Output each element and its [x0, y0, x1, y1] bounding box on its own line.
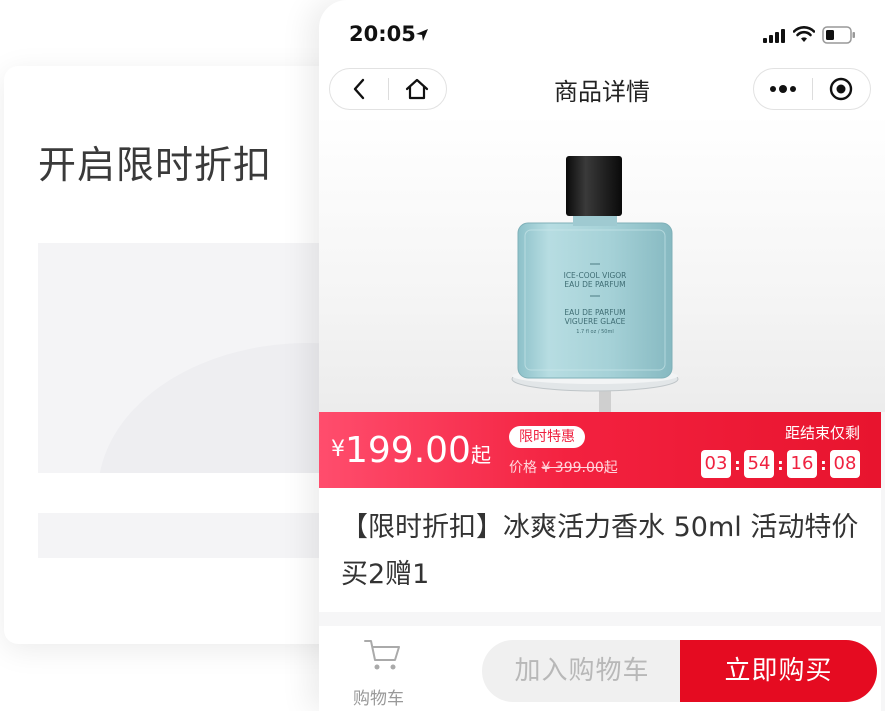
product-title: 【限时折扣】冰爽活力香水 50ml 活动特价 买2赠1 — [341, 512, 859, 590]
more-icon — [769, 85, 796, 93]
close-miniprogram-button[interactable] — [813, 69, 871, 109]
add-to-cart-button[interactable]: 加入购物车 — [482, 640, 682, 702]
nav-bar: 商品详情 — [319, 66, 885, 114]
svg-text:EAU DE PARFUM: EAU DE PARFUM — [564, 280, 625, 289]
cart-label[interactable]: 购物车 — [353, 684, 404, 709]
countdown-hours: 54 — [744, 450, 774, 478]
countdown-timer: 03 : 54 : 16 : 08 — [701, 450, 860, 478]
flash-sale-banner: ¥199.00起 限时特惠 价格 ¥ 399.00起 距结束仅剩 03 : 54… — [319, 412, 881, 488]
product-info: 【限时折扣】冰爽活力香水 50ml 活动特价 买2赠1 — [319, 488, 881, 612]
record-icon — [830, 77, 853, 101]
background-placeholder-strip — [38, 513, 338, 558]
more-button[interactable] — [754, 69, 812, 109]
product-image[interactable]: ICE-COOL VIGOR EAU DE PARFUM EAU DE PARF… — [319, 114, 885, 412]
sale-price: ¥199.00起 — [331, 430, 491, 471]
countdown-seconds: 08 — [830, 450, 860, 478]
flash-sale-tag: 限时特惠 — [509, 426, 585, 448]
phone-screen: 20:05 商品详情 ICE-COOL VIGOR EAU DE PARFUM … — [319, 0, 885, 711]
status-time: 20:05 — [349, 22, 416, 46]
countdown-days: 03 — [701, 450, 731, 478]
location-arrow-icon — [415, 27, 429, 46]
background-title: 开启限时折扣 — [38, 143, 273, 187]
battery-icon — [822, 26, 856, 48]
cart-icon — [364, 640, 400, 670]
svg-text:EAU DE PARFUM: EAU DE PARFUM — [564, 308, 625, 317]
buy-now-button[interactable]: 立即购买 — [680, 640, 877, 702]
background-placeholder-block — [38, 243, 338, 473]
svg-text:ICE-COOL VIGOR: ICE-COOL VIGOR — [564, 271, 627, 280]
nav-capsule-right — [753, 68, 871, 110]
cart-button[interactable] — [363, 638, 403, 676]
signal-icon — [763, 28, 789, 47]
perfume-bottle-image: ICE-COOL VIGOR EAU DE PARFUM EAU DE PARF… — [511, 156, 679, 412]
status-bar: 20:05 — [319, 0, 885, 66]
svg-text:1.7 fl oz / 50ml: 1.7 fl oz / 50ml — [576, 329, 613, 335]
countdown-label: 距结束仅剩 — [784, 424, 860, 442]
wifi-icon — [792, 26, 816, 47]
original-price: 价格 ¥ 399.00起 — [509, 460, 618, 476]
countdown-minutes: 16 — [787, 450, 817, 478]
svg-text:VIGUERE GLACE: VIGUERE GLACE — [565, 317, 626, 326]
bottom-action-bar: 购物车 加入购物车 立即购买 — [319, 626, 881, 711]
